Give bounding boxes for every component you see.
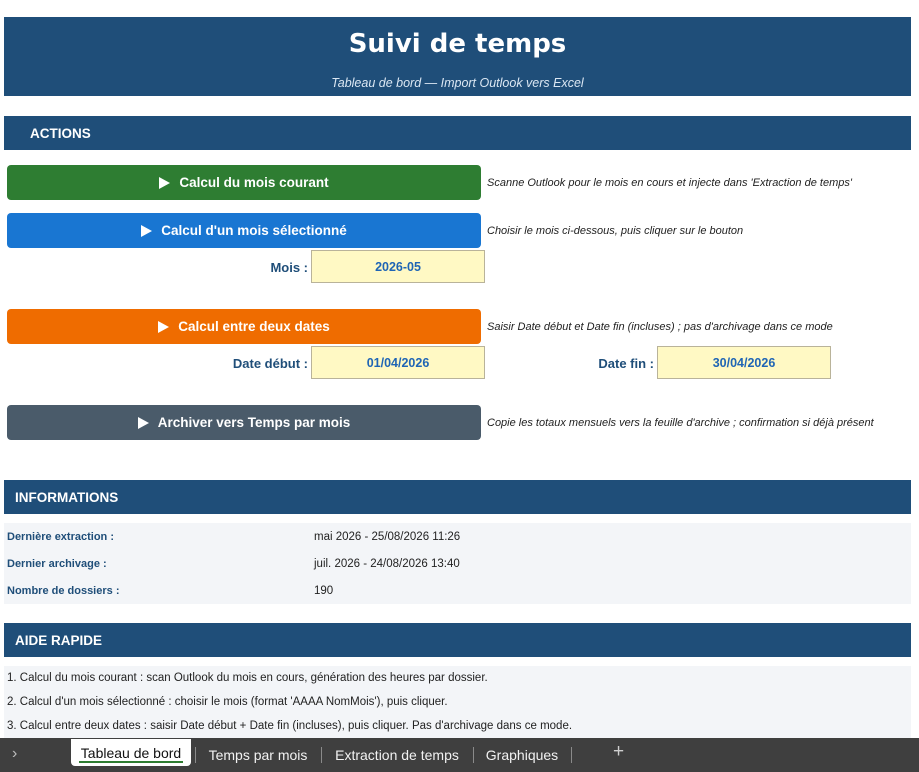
end-date-label: Date fin : [598,356,654,371]
last-extraction-label: Dernière extraction : [7,531,114,543]
tab-label: Tableau de bord [80,744,182,761]
last-archive-value: juil. 2026 - 24/08/2026 13:40 [314,558,460,570]
chevron-right-icon[interactable]: › [12,745,17,763]
last-archive-label: Dernier archivage : [7,558,107,570]
section-title-help: AIDE RAPIDE [15,632,103,648]
calc-between-dates-hint: Saisir Date début et Date fin (incluses)… [487,321,833,333]
help-line-1: 1. Calcul du mois courant : scan Outlook… [7,672,488,684]
help-line-2: 2. Calcul d'un mois sélectionné : choisi… [7,696,448,708]
tab-divider [321,747,322,763]
calc-between-dates-button[interactable]: Calcul entre deux dates [7,309,481,344]
play-icon [141,224,153,237]
start-date-field[interactable]: 01/04/2026 [311,346,485,379]
calc-current-month-hint: Scanne Outlook pour le mois en cours et … [487,177,852,189]
calc-between-dates-label: Calcul entre deux dates [178,319,330,334]
month-field[interactable]: 2026-05 [311,250,485,283]
section-header-help: AIDE RAPIDE [4,623,911,657]
end-date-field[interactable]: 30/04/2026 [657,346,831,379]
page-subtitle: Tableau de bord — Import Outlook vers Ex… [331,76,584,90]
calc-selected-month-hint: Choisir le mois ci-dessous, puis cliquer… [487,225,744,237]
play-icon [159,176,171,189]
folder-count-value: 190 [314,585,334,597]
folder-count-label: Nombre de dossiers : [7,585,120,597]
calc-current-month-button[interactable]: Calcul du mois courant [7,165,481,200]
sheet-tab-bar: › Tableau de bord Temps par mois Extract… [0,738,919,772]
tab-label: Temps par mois [208,747,308,763]
section-header-actions: ACTIONS [4,116,911,150]
tab-label: Extraction de temps [335,747,459,763]
tab-temps-par-mois[interactable]: Temps par mois [199,738,317,772]
title-banner: Suivi de temps Tableau de bord — Import … [4,17,911,96]
help-line-3: 3. Calcul entre deux dates : saisir Date… [7,720,573,732]
play-icon [137,416,149,429]
section-title-informations: INFORMATIONS [15,489,119,505]
calc-selected-month-label: Calcul d'un mois sélectionné [161,223,347,238]
start-date-label: Date début : [232,356,308,371]
month-label: Mois : [270,260,308,275]
tab-label: Graphiques [485,747,559,763]
active-tab-indicator [79,761,183,763]
archive-button-label: Archiver vers Temps par mois [157,415,351,430]
archive-button[interactable]: Archiver vers Temps par mois [7,405,481,440]
tab-tableau-de-bord[interactable]: Tableau de bord [71,739,191,766]
tab-divider [571,747,572,763]
page-title: Suivi de temps [348,29,567,59]
play-icon [158,320,170,333]
section-title-actions: ACTIONS [30,125,91,141]
calc-selected-month-button[interactable]: Calcul d'un mois sélectionné [7,213,481,248]
tab-extraction-de-temps[interactable]: Extraction de temps [325,738,469,772]
tab-divider [473,747,474,763]
last-extraction-value: mai 2026 - 25/08/2026 11:26 [314,531,461,543]
tab-graphiques[interactable]: Graphiques [477,738,567,772]
archive-hint: Copie les totaux mensuels vers la feuill… [487,417,874,429]
section-header-informations: INFORMATIONS [4,480,911,514]
tab-divider [195,747,196,763]
plus-icon[interactable]: + [613,741,624,763]
calc-current-month-label: Calcul du mois courant [179,175,329,190]
